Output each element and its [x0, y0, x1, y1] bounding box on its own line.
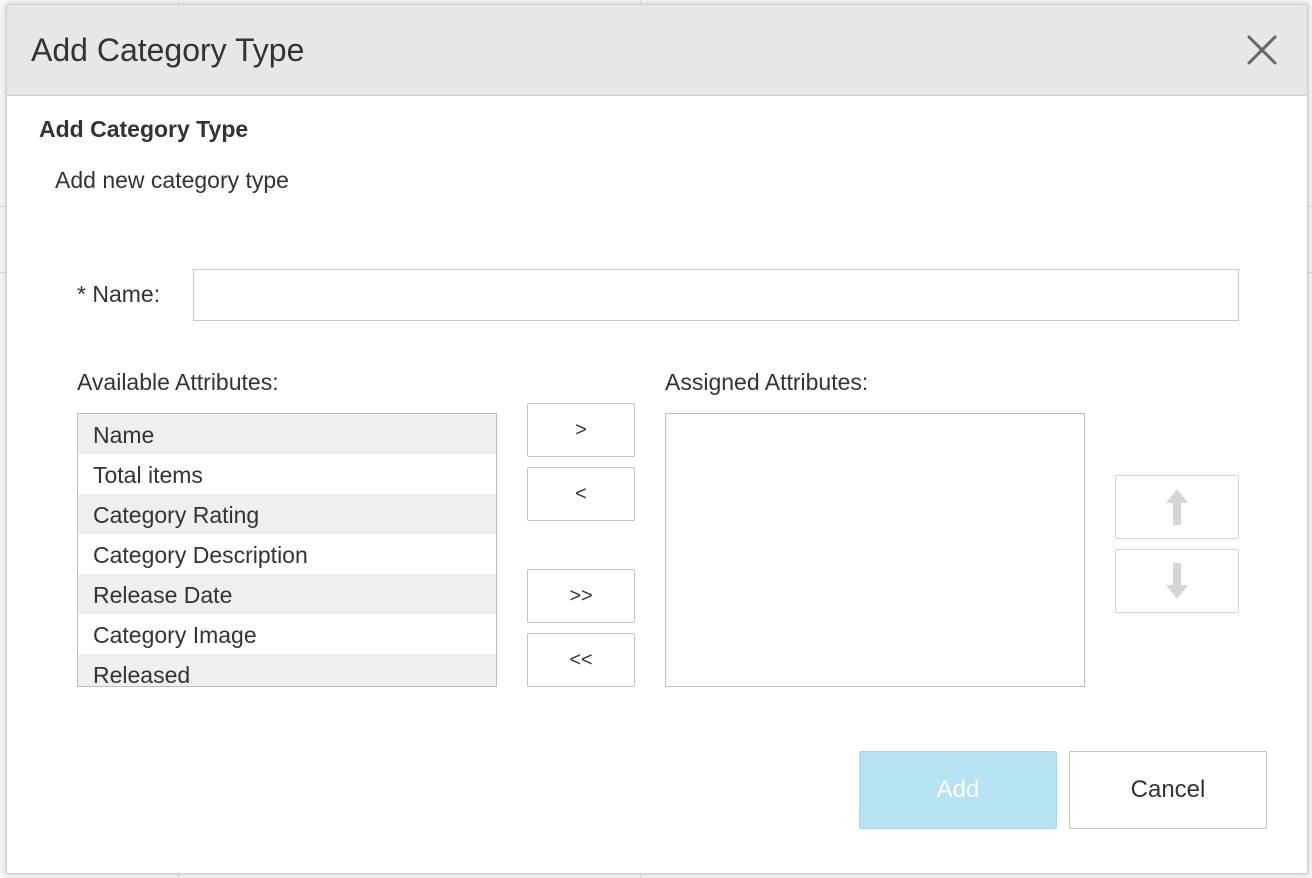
remove-all-button[interactable]: <<	[527, 633, 635, 687]
name-label: * Name:	[77, 281, 161, 307]
move-down-button[interactable]	[1115, 549, 1239, 613]
arrow-up-icon	[1166, 489, 1188, 525]
available-attributes-label: Available Attributes:	[77, 369, 279, 395]
assigned-attributes-list[interactable]	[665, 413, 1085, 687]
dialog-header: Add Category Type	[7, 5, 1307, 96]
move-up-button[interactable]	[1115, 475, 1239, 539]
list-item[interactable]: Category Rating	[78, 494, 496, 534]
list-item[interactable]: Released	[78, 654, 496, 686]
available-attributes-list[interactable]: Name Total items Category Rating Categor…	[77, 413, 497, 687]
cancel-button[interactable]: Cancel	[1069, 751, 1267, 829]
section-description: Add new category type	[55, 167, 289, 193]
list-item[interactable]: Total items	[78, 454, 496, 494]
assigned-attributes-label: Assigned Attributes:	[665, 369, 869, 395]
close-icon	[1247, 35, 1277, 65]
add-all-button[interactable]: >>	[527, 569, 635, 623]
remove-selected-button[interactable]: <	[527, 467, 635, 521]
section-heading: Add Category Type	[39, 116, 249, 142]
list-item[interactable]: Category Description	[78, 534, 496, 574]
dialog-title: Add Category Type	[31, 32, 305, 68]
add-button[interactable]: Add	[859, 751, 1057, 829]
name-input[interactable]	[193, 269, 1239, 321]
add-category-type-dialog: Add Category Type Add Category Type Add …	[6, 4, 1308, 874]
arrow-down-icon	[1166, 563, 1188, 599]
add-selected-button[interactable]: >	[527, 403, 635, 457]
list-item[interactable]: Release Date	[78, 574, 496, 614]
list-item[interactable]: Name	[78, 414, 496, 454]
list-item[interactable]: Category Image	[78, 614, 496, 654]
close-button[interactable]	[1245, 33, 1279, 67]
